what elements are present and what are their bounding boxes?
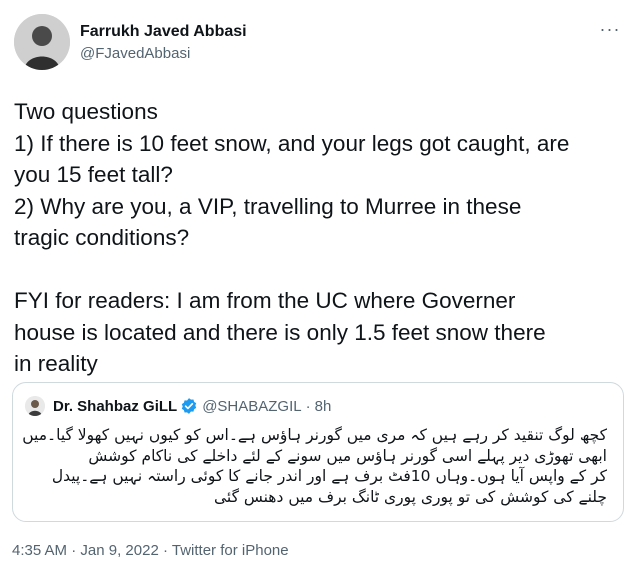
tweet-line: Two questions [14, 99, 158, 124]
tweet-date[interactable]: Jan 9, 2022 [80, 542, 158, 559]
quoted-author-handle: @SHABAZGIL [202, 397, 302, 415]
author-avatar[interactable] [14, 14, 70, 70]
tweet-line: house is located and there is only 1.5 f… [14, 319, 546, 345]
author-display-name[interactable]: Farrukh Javed Abbasi [80, 22, 247, 42]
tweet-header: Farrukh Javed Abbasi @FJavedAbbasi ··· [14, 14, 626, 76]
tweet-line: FYI for readers: I am from the UC where … [14, 288, 516, 313]
tweet-source[interactable]: Twitter for iPhone [172, 542, 289, 559]
tweet-text: Two questions 1) If there is 10 feet sno… [14, 96, 626, 380]
tweet-line: tragic conditions? [14, 225, 190, 250]
tweet-line: 1) If there is 10 feet snow, and your le… [14, 130, 570, 156]
quoted-line: ابھی تھوڑی دیر پہلے اسی گورنر ہاؤس میں س… [88, 446, 607, 465]
meta-separator: · [71, 542, 77, 559]
quoted-timestamp: 8h [314, 397, 332, 415]
tweet-time[interactable]: 4:35 AM [12, 542, 67, 559]
author-handle[interactable]: @FJavedAbbasi [80, 44, 247, 64]
quoted-tweet[interactable]: Dr. Shahbaz GiLL @SHABAZGIL · 8h کچھ لوگ… [12, 382, 624, 522]
quoted-author-name: Dr. Shahbaz GiLL [53, 397, 178, 415]
tweet-line: 2) Why are you, a VIP, travelling to Mur… [14, 193, 522, 219]
quoted-tweet-text: کچھ لوگ تنقید کر رہے ہیں کہ مری میں گورن… [22, 425, 607, 507]
verified-badge-icon [181, 398, 197, 414]
quoted-line: کر کے واپس آیا ہوں۔وہاں 10فٹ برف ہے اور … [51, 467, 607, 485]
quoted-separator: · [305, 397, 311, 415]
tweet-line: in reality [14, 351, 98, 376]
tweet-line: you 15 feet tall? [14, 162, 173, 187]
tweet-meta: 4:35 AM · Jan 9, 2022 · Twitter for iPho… [12, 542, 289, 559]
more-options-icon[interactable]: ··· [596, 20, 624, 42]
quoted-line: کچھ لوگ تنقید کر رہے ہیں کہ مری میں گورن… [22, 426, 607, 444]
quoted-author-avatar [25, 396, 45, 416]
quoted-line: چلنے کی کوشش کی تو پوری پوری ٹانگ برف می… [213, 487, 607, 506]
meta-separator: · [162, 542, 168, 559]
